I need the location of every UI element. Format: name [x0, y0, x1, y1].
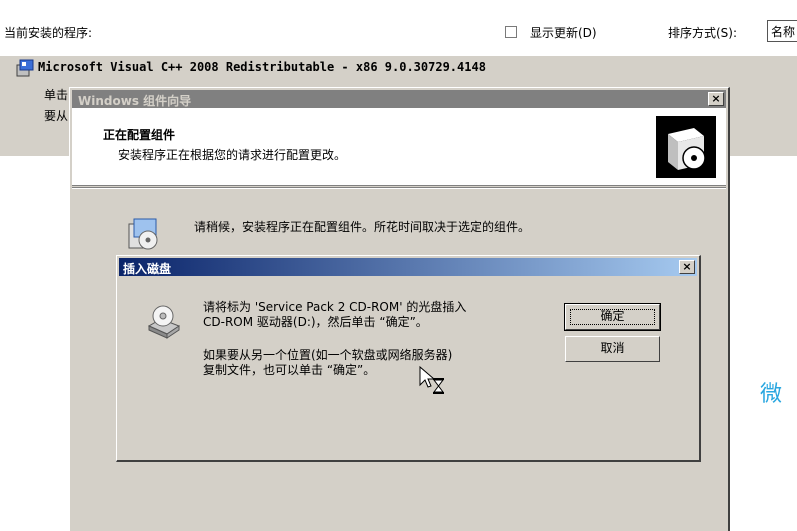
focus-rectangle [570, 309, 655, 325]
cancel-button-label: 取消 [600, 341, 625, 355]
sort-by-select[interactable]: 名称 [767, 20, 797, 42]
box-disc-icon [656, 116, 716, 178]
insert-disk-title: 插入磁盘 [123, 262, 172, 276]
insert-disk-message-line-4: 复制文件，也可以单击 “确定”。 [203, 363, 376, 377]
cd-drive-icon [147, 305, 181, 339]
sort-by-label: 排序方式(S): [668, 26, 738, 40]
show-updates-label[interactable]: 显示更新(D) [530, 24, 597, 41]
insert-disk-message-line-2: CD-ROM 驱动器(D:)，然后单击 “确定”。 [203, 315, 428, 329]
close-icon: × [711, 92, 721, 105]
insert-disk-titlebar[interactable]: 插入磁盘 × [119, 258, 697, 276]
show-updates-checkbox[interactable] [505, 26, 517, 38]
wizard-divider [72, 187, 726, 189]
wizard-titlebar[interactable]: Windows 组件向导 × [72, 90, 726, 108]
insert-disk-close-button[interactable]: × [679, 260, 695, 274]
program-name: Microsoft Visual C++ 2008 Redistributabl… [38, 60, 486, 74]
wizard-close-button[interactable]: × [708, 92, 724, 106]
wizard-wait-text: 请稍候，安装程序正在配置组件。所花时间取决于选定的组件。 [194, 220, 531, 234]
program-icon [16, 59, 34, 77]
cancel-button[interactable]: 取消 [565, 336, 660, 362]
close-icon: × [682, 260, 692, 273]
wizard-header: 正在配置组件 安装程序正在根据您的请求进行配置更改。 [72, 108, 726, 186]
insert-disk-message-line-3: 如果要从另一个位置(如一个软盘或网络服务器) [203, 348, 453, 362]
wizard-header-title: 正在配置组件 [103, 128, 176, 142]
wizard-header-subtitle: 安装程序正在根据您的请求进行配置更改。 [118, 148, 347, 162]
installed-programs-label: 当前安装的程序: [4, 26, 93, 40]
wizard-wait-icon [128, 218, 158, 250]
wizard-title: Windows 组件向导 [78, 94, 192, 108]
ok-button[interactable]: 确定 [564, 303, 661, 331]
watermark-text: 微 [760, 382, 783, 407]
program-detail-click: 单击 [44, 88, 69, 102]
cursor-icon [419, 365, 444, 394]
program-detail-remove: 要从 [44, 109, 69, 123]
insert-disk-dialog: 插入磁盘 × 请将标为 'Service Pack 2 CD-ROM' 的光盘插… [116, 255, 701, 462]
insert-disk-message-line-1: 请将标为 'Service Pack 2 CD-ROM' 的光盘插入 [203, 300, 467, 314]
